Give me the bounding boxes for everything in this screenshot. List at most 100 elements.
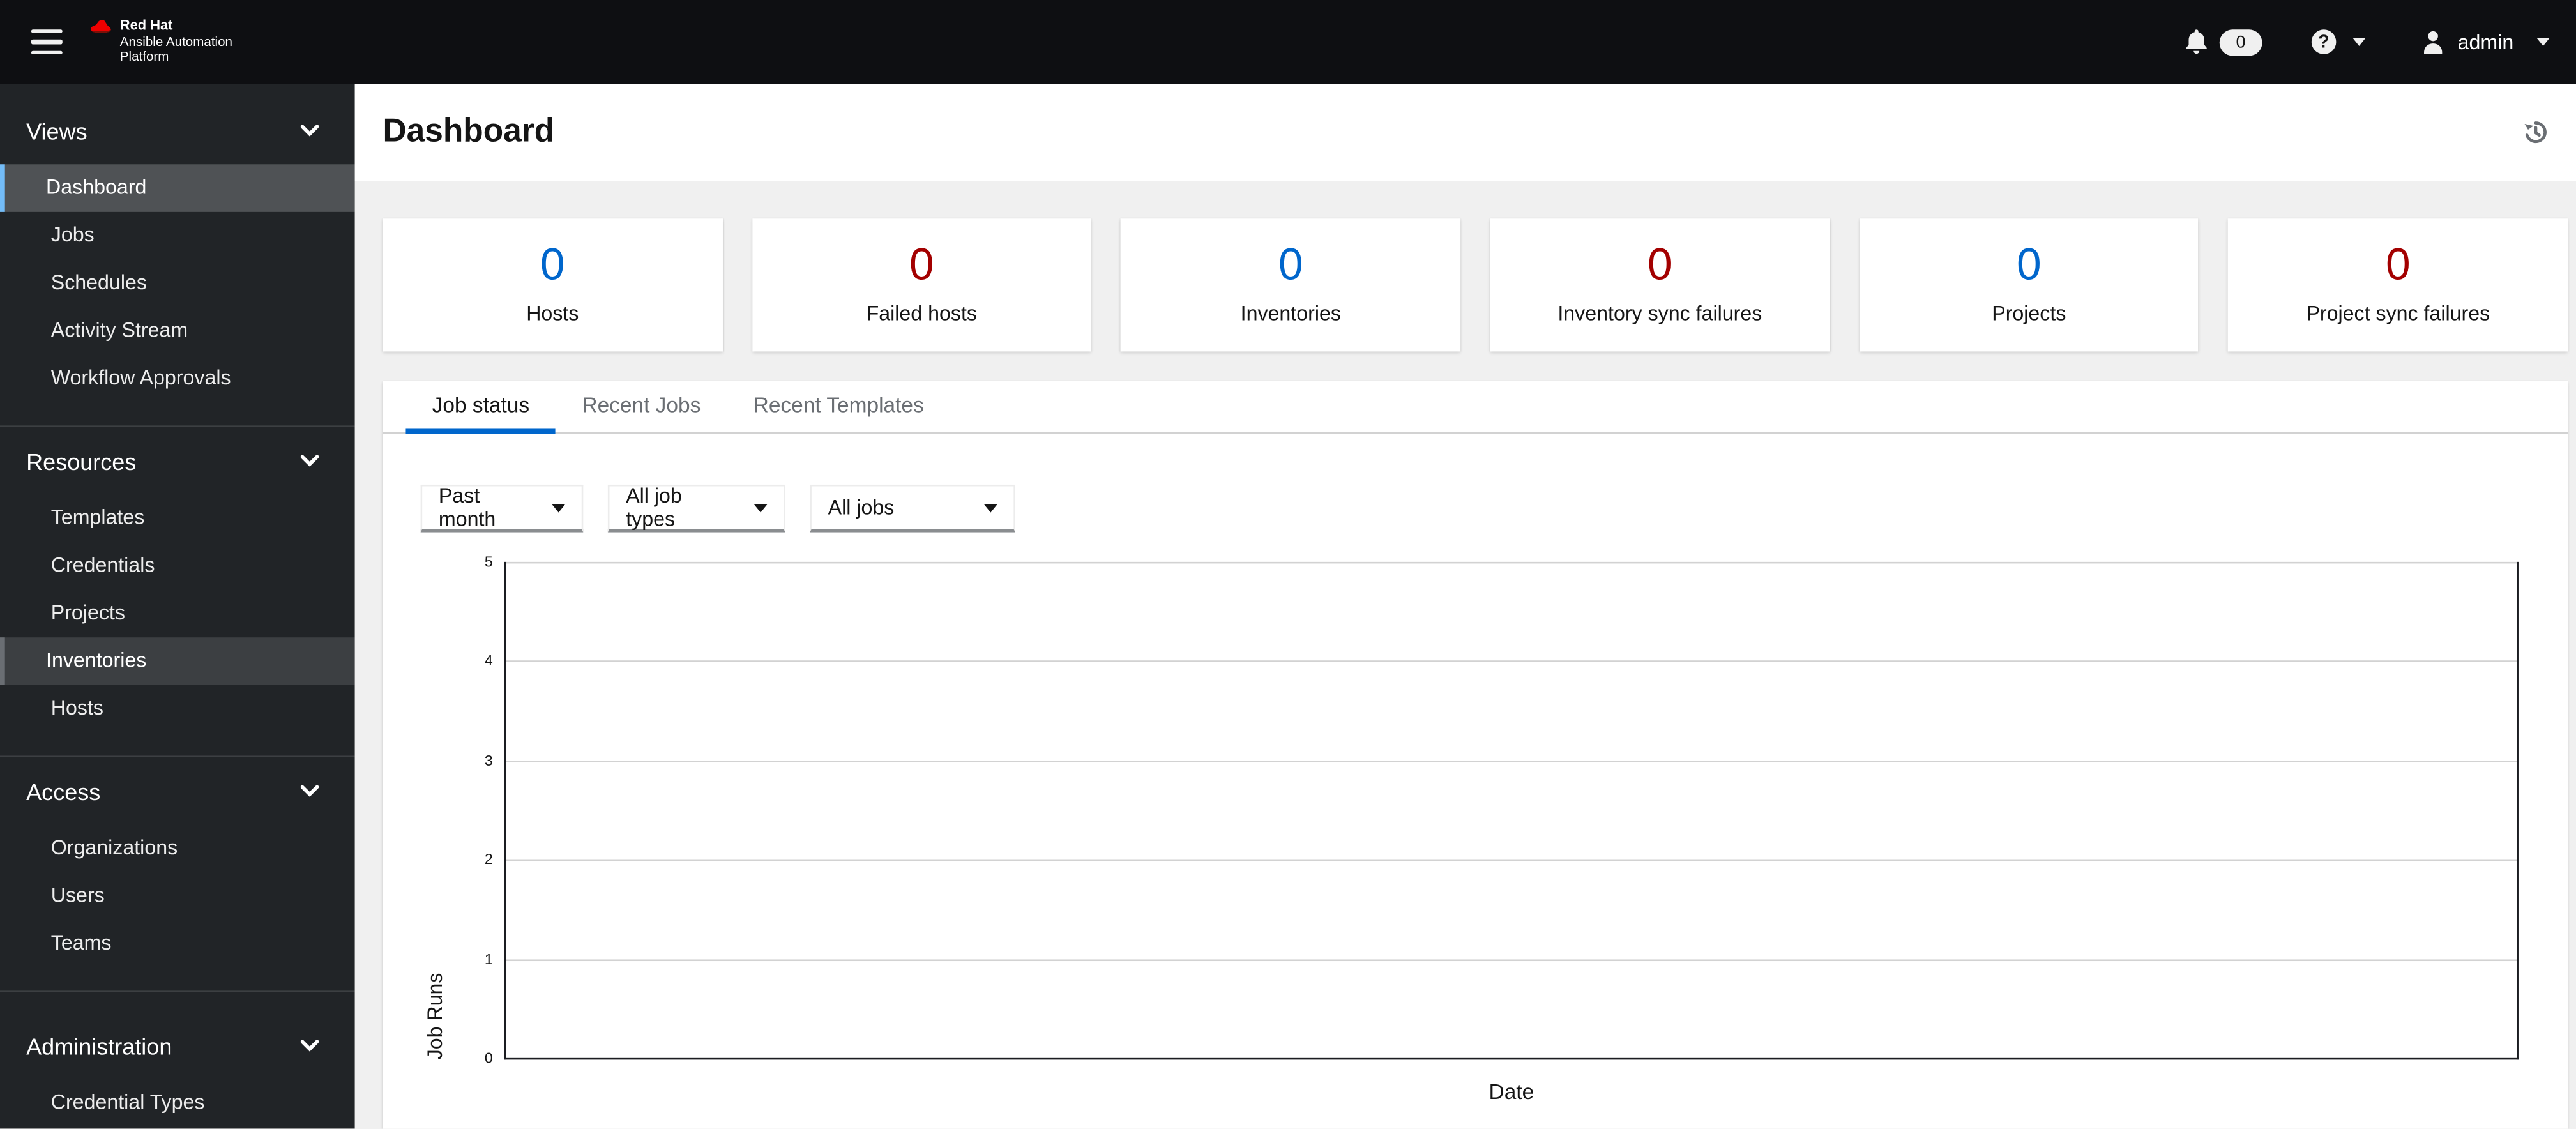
user-menu-button[interactable]: admin [2421, 29, 2550, 54]
nav-section-label: Access [26, 778, 101, 805]
period-select-value: Past month [438, 484, 496, 531]
nav-section-administration: Administration Credential Types Notifica… [0, 990, 355, 1128]
refresh-history-button[interactable] [2522, 118, 2550, 146]
sidebar-item-credentials[interactable]: Credentials [0, 542, 355, 590]
chevron-down-icon [300, 125, 319, 137]
nav-section-toggle-resources[interactable]: Resources [0, 440, 355, 481]
bell-icon [2186, 29, 2207, 54]
y-tick-label: 3 [484, 752, 493, 769]
gridline [506, 760, 2517, 762]
user-icon [2423, 31, 2443, 54]
chevron-down-icon [300, 785, 319, 797]
page-title: Dashboard [383, 113, 555, 150]
page-header: Dashboard [354, 84, 2576, 181]
brand-logo[interactable]: Red Hat Ansible Automation Platform [90, 18, 233, 65]
nav-section-resources: Resources Templates Credentials Projects… [0, 425, 355, 755]
period-select[interactable]: Past month [420, 484, 584, 533]
stat-label: Project sync failures [2306, 302, 2490, 326]
brand-line2: Ansible Automation [119, 34, 233, 49]
dashboard-panel: Job status Recent Jobs Recent Templates … [383, 381, 2568, 1129]
sidebar-item-credential-types[interactable]: Credential Types [0, 1079, 355, 1127]
job-status-chart: Job Runs 5 4 3 2 1 0 Date [383, 554, 2568, 1104]
main-content: Dashboard 0 Hosts 0 Failed hosts 0 Inven… [354, 84, 2576, 1129]
brand-line3: Platform [119, 49, 169, 64]
nav-section-label: Views [26, 117, 87, 144]
caret-down-icon [552, 503, 566, 512]
stat-card-project-sync-failures[interactable]: 0 Project sync failures [2228, 218, 2568, 352]
stat-card-projects[interactable]: 0 Projects [1859, 218, 2199, 352]
stat-value[interactable]: 0 [1859, 240, 2199, 289]
username-label: admin [2457, 30, 2514, 54]
y-tick-label: 4 [484, 653, 493, 670]
sidebar-item-users[interactable]: Users [0, 872, 355, 920]
sidebar-item-organizations[interactable]: Organizations [0, 824, 355, 872]
caret-down-icon [754, 503, 768, 512]
job-type-select-value: All job types [626, 484, 682, 531]
chevron-down-icon [300, 455, 319, 467]
y-tick-label: 5 [484, 553, 493, 570]
gridline [506, 561, 2517, 564]
nav-toggle-button[interactable] [17, 0, 79, 84]
nav-section-access: Access Organizations Users Teams [0, 755, 355, 990]
history-icon [2524, 121, 2547, 144]
sidebar-item-projects[interactable]: Projects [0, 590, 355, 638]
y-tick-label: 2 [484, 851, 493, 868]
stat-card-inventories[interactable]: 0 Inventories [1121, 218, 1461, 352]
stat-card-hosts[interactable]: 0 Hosts [383, 218, 723, 352]
nav-section-label: Resources [26, 448, 137, 474]
caret-down-icon [2352, 38, 2366, 47]
sidebar-item-activity-stream[interactable]: Activity Stream [0, 307, 355, 355]
gridline [506, 959, 2517, 960]
chart-x-axis-title: Date [1489, 1079, 1534, 1104]
chart-y-axis-title: Job Runs [423, 973, 447, 1060]
chart-plot-area: 5 4 3 2 1 0 [485, 554, 2519, 1066]
stat-value[interactable]: 0 [2229, 240, 2568, 289]
nav-section-toggle-views[interactable]: Views [0, 110, 355, 151]
tab-job-status[interactable]: Job status [405, 381, 556, 434]
tab-recent-jobs[interactable]: Recent Jobs [556, 381, 727, 434]
jobs-select-value: All jobs [828, 496, 895, 519]
sidebar-item-notifications[interactable]: Notifications [0, 1127, 355, 1129]
job-type-select[interactable]: All job types [607, 484, 785, 533]
chart-filters: Past month All job types All jobs [420, 484, 2568, 533]
stat-value[interactable]: 0 [752, 240, 1091, 289]
stat-label: Inventories [1240, 302, 1341, 326]
sidebar-item-jobs[interactable]: Jobs [0, 212, 355, 260]
nav-section-views: Views Dashboard Jobs Schedules Activity … [0, 84, 355, 425]
sidebar-item-workflow-approvals[interactable]: Workflow Approvals [0, 355, 355, 403]
sidebar-item-teams[interactable]: Teams [0, 920, 355, 968]
notifications-button[interactable]: 0 [2185, 29, 2262, 56]
stat-card-inventory-sync-failures[interactable]: 0 Inventory sync failures [1490, 218, 1830, 352]
nav-section-toggle-access[interactable]: Access [0, 771, 355, 812]
y-tick-label: 1 [484, 950, 493, 967]
redhat-fedora-icon [91, 20, 111, 34]
sidebar-item-inventories[interactable]: Inventories [0, 637, 355, 685]
stat-card-failed-hosts[interactable]: 0 Failed hosts [752, 218, 1092, 352]
gridline [506, 860, 2517, 861]
sidebar-item-templates[interactable]: Templates [0, 494, 355, 542]
stat-label: Projects [1992, 302, 2066, 326]
stat-value[interactable]: 0 [383, 240, 722, 289]
app-window: Red Hat Ansible Automation Platform 0 ? [0, 0, 2576, 1129]
notification-count-badge: 0 [2219, 29, 2262, 56]
brand-text: Red Hat Ansible Automation Platform [119, 18, 233, 65]
help-menu-button[interactable]: ? [2311, 29, 2366, 54]
chevron-down-icon [300, 1040, 319, 1052]
stats-row: 0 Hosts 0 Failed hosts 0 Inventories 0 I… [383, 218, 2568, 352]
sidebar-item-hosts[interactable]: Hosts [0, 685, 355, 733]
stat-value[interactable]: 0 [1490, 240, 1830, 289]
sidebar-item-dashboard[interactable]: Dashboard [0, 164, 355, 212]
tab-recent-templates[interactable]: Recent Templates [727, 381, 950, 434]
stat-value[interactable]: 0 [1121, 240, 1460, 289]
sidebar-nav: Views Dashboard Jobs Schedules Activity … [0, 84, 355, 1129]
stat-label: Failed hosts [866, 302, 977, 326]
question-circle-icon: ? [2311, 29, 2337, 54]
nav-section-label: Administration [26, 1032, 172, 1059]
y-tick-label: 0 [484, 1049, 493, 1066]
jobs-select[interactable]: All jobs [810, 484, 1015, 533]
nav-section-toggle-administration[interactable]: Administration [0, 1025, 355, 1066]
gridline [506, 661, 2517, 663]
stat-label: Hosts [526, 302, 579, 326]
sidebar-item-schedules[interactable]: Schedules [0, 259, 355, 307]
caret-down-icon [2536, 38, 2550, 47]
